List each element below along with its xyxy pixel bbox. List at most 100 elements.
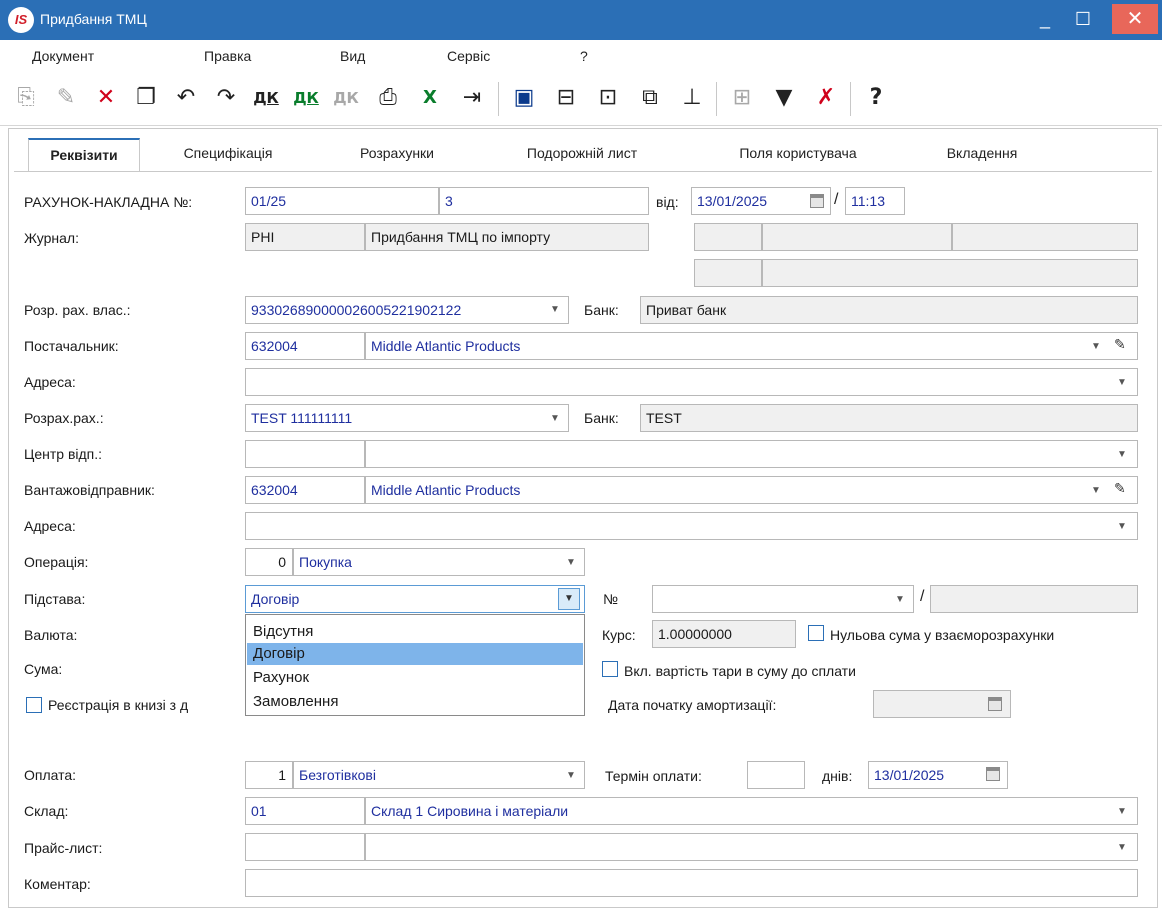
- basis-select[interactable]: Договір: [245, 585, 585, 613]
- dk-disabled-icon[interactable]: ДК: [330, 82, 362, 114]
- tab-requisites[interactable]: Реквізити: [28, 138, 140, 172]
- center-name-select[interactable]: [365, 440, 1138, 468]
- payment-code-field[interactable]: 1: [245, 761, 293, 789]
- calendar-icon[interactable]: [988, 697, 1002, 711]
- dk-2-icon[interactable]: ДК: [290, 82, 322, 114]
- menu-view[interactable]: Вид: [340, 48, 365, 64]
- warehouse-select[interactable]: Склад 1 Сировина і матеріали: [365, 797, 1138, 825]
- exit-icon[interactable]: ⇥: [456, 82, 488, 114]
- chevron-down-icon[interactable]: ▼: [563, 555, 579, 571]
- tree-icon[interactable]: ⊥: [676, 82, 708, 114]
- calendar-icon[interactable]: [810, 194, 824, 208]
- copy-doc-icon[interactable]: ❐: [130, 82, 162, 114]
- excel-icon[interactable]: X: [414, 82, 446, 114]
- maximize-button[interactable]: ☐: [1064, 4, 1102, 34]
- grid-icon[interactable]: ⊞: [726, 82, 758, 114]
- return-icon[interactable]: ↶: [170, 82, 202, 114]
- supplier-account-select[interactable]: TEST 111111111: [245, 404, 569, 432]
- basis-option-selected[interactable]: Договір: [247, 643, 583, 665]
- folder-icon[interactable]: ⊡: [592, 82, 624, 114]
- tab-settlements[interactable]: Розрахунки: [342, 138, 452, 172]
- supplier-code-field[interactable]: 632004: [245, 332, 365, 360]
- chevron-down-icon[interactable]: ▼: [1088, 483, 1104, 499]
- registry-checkbox[interactable]: [26, 697, 42, 713]
- shipper-name-select[interactable]: Middle Atlantic Products: [365, 476, 1138, 504]
- tab-user-fields[interactable]: Поля користувача: [712, 138, 884, 172]
- pricelist-select[interactable]: [365, 833, 1138, 861]
- comment-field[interactable]: [245, 869, 1138, 897]
- minimize-button[interactable]: _: [1026, 4, 1064, 34]
- pricelist-code-field[interactable]: [245, 833, 365, 861]
- dk-icon[interactable]: ДК: [250, 82, 282, 114]
- help-icon[interactable]: ?: [860, 82, 892, 114]
- chevron-down-icon[interactable]: ▼: [563, 768, 579, 784]
- own-account-select[interactable]: 933026890000026005221902122: [245, 296, 569, 324]
- shipper-code-field[interactable]: 632004: [245, 476, 365, 504]
- tab-specification[interactable]: Специфікація: [164, 138, 292, 172]
- menu-service[interactable]: Сервіс: [447, 48, 490, 64]
- invoice-number-field[interactable]: 01/25: [245, 187, 439, 215]
- supplier-name-select[interactable]: Middle Atlantic Products: [365, 332, 1138, 360]
- menu-edit[interactable]: Правка: [204, 48, 251, 64]
- menu-document[interactable]: Документ: [32, 48, 94, 64]
- basis-option[interactable]: Відсутня: [247, 621, 583, 643]
- edit-doc-icon[interactable]: ✎: [50, 82, 82, 114]
- basis-dropdown-list: Відсутня Договір Рахунок Замовлення: [245, 614, 585, 716]
- chevron-down-icon[interactable]: ▼: [1114, 840, 1130, 856]
- chevron-down-icon[interactable]: ▼: [892, 592, 908, 608]
- tab-waybill[interactable]: Подорожній лист: [502, 138, 662, 172]
- time-field[interactable]: 11:13: [845, 187, 905, 215]
- basis-number-label: №: [603, 591, 619, 607]
- basis-number-select[interactable]: [652, 585, 914, 613]
- warehouse-code-field[interactable]: 01: [245, 797, 365, 825]
- title-bar: IS Придбання ТМЦ _ ☐ ✕: [0, 0, 1162, 40]
- journal-extra-field-4: [694, 259, 762, 287]
- chevron-down-icon[interactable]: ▼: [1114, 375, 1130, 391]
- tare-checkbox[interactable]: [602, 661, 618, 677]
- chevron-down-icon[interactable]: ▼: [1088, 339, 1104, 355]
- filter-clear-icon[interactable]: ✗: [810, 82, 842, 114]
- tab-divider: [14, 171, 1152, 172]
- term-field[interactable]: [747, 761, 805, 789]
- calendar-icon[interactable]: [986, 767, 1000, 781]
- own-account-label: Розр. рах. влас.:: [24, 302, 131, 318]
- menu-help[interactable]: ?: [580, 48, 588, 64]
- delete-doc-icon[interactable]: ✕: [90, 82, 122, 114]
- chevron-down-icon[interactable]: ▼: [1114, 447, 1130, 463]
- pricelist-label: Прайс-лист:: [24, 840, 103, 856]
- save-icon[interactable]: ▣: [508, 82, 540, 114]
- chevron-down-icon[interactable]: ▼: [558, 588, 580, 610]
- window-title: Придбання ТМЦ: [40, 11, 147, 27]
- close-button[interactable]: ✕: [1112, 4, 1158, 34]
- operation-code-field[interactable]: 0: [245, 548, 293, 576]
- payment-label: Оплата:: [24, 767, 77, 783]
- zero-sum-checkbox[interactable]: [808, 625, 824, 641]
- operation-select[interactable]: Покупка: [293, 548, 585, 576]
- tab-attachments[interactable]: Вкладення: [922, 138, 1042, 172]
- basis-label: Підстава:: [24, 591, 86, 607]
- center-code-field[interactable]: [245, 440, 365, 468]
- pencil-icon[interactable]: ✎: [1114, 481, 1126, 497]
- supplier-bank-field: TEST: [640, 404, 1138, 432]
- shipper-address-select[interactable]: [245, 512, 1138, 540]
- rate-field: 1.00000000: [652, 620, 796, 648]
- journal-code-field: PHI: [245, 223, 365, 251]
- payment-select[interactable]: Безготівкові: [293, 761, 585, 789]
- new-doc-icon[interactable]: ⎘: [10, 82, 42, 114]
- chevron-down-icon[interactable]: ▼: [547, 302, 563, 318]
- chevron-down-icon[interactable]: ▼: [1114, 519, 1130, 535]
- pencil-icon[interactable]: ✎: [1114, 337, 1126, 353]
- basis-option[interactable]: Рахунок: [247, 667, 583, 689]
- shipper-label: Вантажовідправник:: [24, 482, 155, 498]
- link-icon[interactable]: ⧉: [634, 82, 666, 114]
- filter-icon[interactable]: ▼: [768, 82, 800, 114]
- print-icon[interactable]: ⎙: [372, 82, 404, 114]
- warehouse-label: Склад:: [24, 803, 69, 819]
- book-icon[interactable]: ⊟: [550, 82, 582, 114]
- invoice-suffix-field[interactable]: 3: [439, 187, 649, 215]
- return-2-icon[interactable]: ↷: [210, 82, 242, 114]
- basis-option[interactable]: Замовлення: [247, 691, 583, 713]
- chevron-down-icon[interactable]: ▼: [1114, 804, 1130, 820]
- chevron-down-icon[interactable]: ▼: [547, 411, 563, 427]
- supplier-address-select[interactable]: [245, 368, 1138, 396]
